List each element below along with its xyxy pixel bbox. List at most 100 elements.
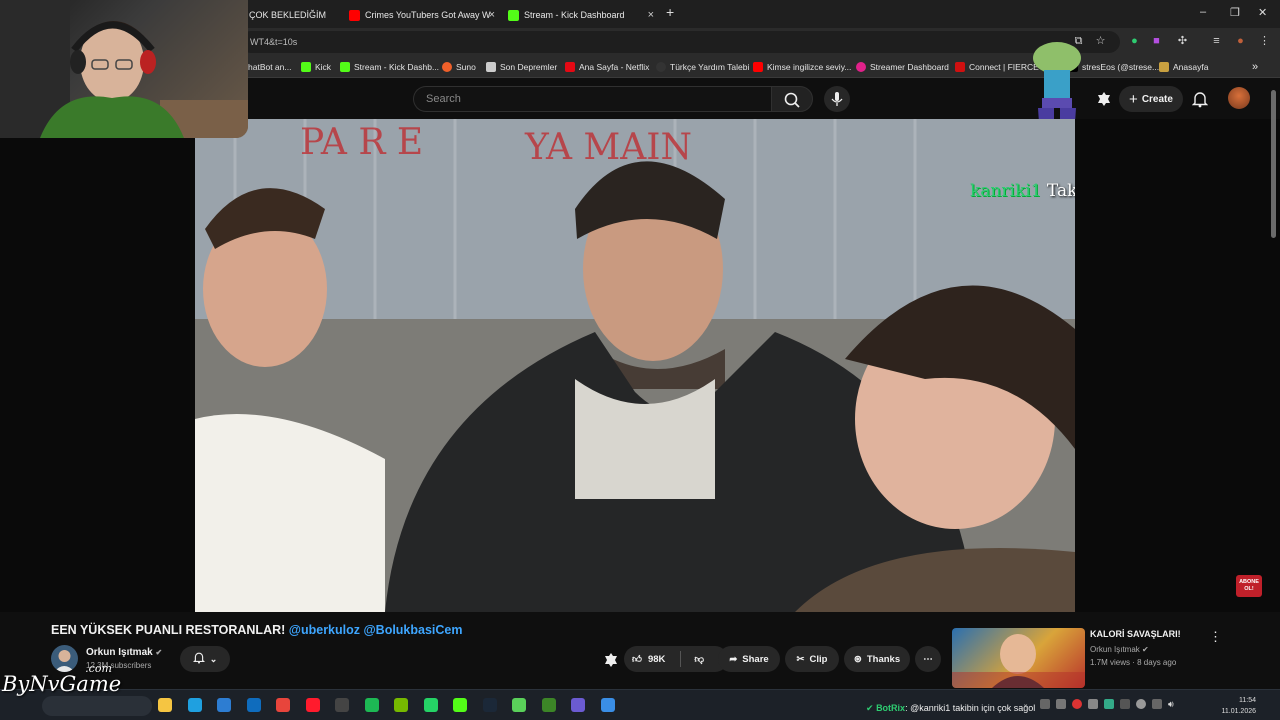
browser-tab[interactable]: N ÇOK BEKLEDİĞİM [240, 4, 340, 26]
search-input[interactable]: Search [413, 86, 771, 112]
whatsapp-icon[interactable] [423, 698, 438, 712]
bot-check-icon: ✔ [866, 703, 874, 713]
svg-text:YA MAIN: YA MAIN [524, 127, 692, 168]
bookmark-item[interactable]: Suno [442, 61, 476, 73]
video-title: EEN YÜKSEK PUANLI RESTORANLAR! @uberkulo… [51, 623, 463, 637]
share-button[interactable]: ➦ Share [718, 646, 780, 672]
opera-icon[interactable] [305, 698, 320, 712]
extensions-puzzle-icon[interactable]: ✣ [1176, 35, 1189, 48]
recommended-video-title[interactable]: KALORİ SAVAŞLARI! [1090, 629, 1181, 639]
scissors-icon: ✂ [796, 653, 805, 665]
tray-icon[interactable] [1040, 699, 1050, 709]
youtube-icon [349, 9, 360, 21]
bookmark-item[interactable]: hatBot an... [248, 61, 291, 73]
recommended-video-channel[interactable]: Orkun Işıtmak ✔ [1090, 645, 1149, 654]
store-icon[interactable] [217, 698, 231, 712]
spotify-icon[interactable] [364, 698, 379, 712]
studio-icon[interactable] [1096, 91, 1112, 107]
tray-icon[interactable] [1088, 699, 1098, 709]
chrome-icon[interactable] [276, 698, 290, 712]
steam-icon[interactable] [482, 698, 497, 712]
streamer-webcam [0, 0, 248, 138]
dashboard-icon [856, 62, 866, 72]
video-title-tags[interactable]: @uberkuloz @BolukbasiCem [289, 623, 463, 637]
search-button[interactable] [771, 86, 813, 112]
taskbar-search-box[interactable] [42, 696, 152, 716]
maximize-icon[interactable]: ❐ [1230, 6, 1240, 19]
kick-icon[interactable] [453, 698, 467, 712]
bookmark-label: Ana Sayfa - Netflix [579, 62, 650, 72]
volume-icon[interactable]: 🔊︎ [1168, 699, 1174, 711]
microphone-icon [831, 92, 843, 106]
extension-icon[interactable]: ■ [1150, 35, 1163, 48]
dislike-button[interactable]: 👎︎ [694, 653, 704, 665]
bookmark-item[interactable]: Streamer Dashboard [856, 61, 949, 73]
bookmark-label: Stream - Kick Dashb... [354, 62, 440, 72]
tray-icon[interactable] [1072, 699, 1082, 709]
bookmark-item[interactable]: Kimse ingilizce seviy... [753, 61, 851, 73]
clip-button[interactable]: ✂ Clip [785, 646, 839, 672]
channel-name[interactable]: Orkun Işıtmak ✔ [86, 647, 162, 658]
bookmark-item[interactable]: Kick [301, 61, 331, 73]
obs-icon[interactable] [335, 698, 349, 712]
app-icon[interactable] [571, 698, 585, 712]
create-button[interactable]: + Create [1119, 86, 1183, 112]
more-actions-button[interactable]: ⋯ [915, 646, 941, 672]
minimize-icon[interactable]: – [1200, 6, 1206, 18]
tab-title: Stream - Kick Dashboard [524, 10, 625, 20]
home-icon [1159, 62, 1169, 72]
kick-icon [301, 62, 311, 72]
nvidia-icon[interactable] [394, 698, 408, 712]
edge-icon[interactable] [187, 698, 202, 712]
page-scrollbar[interactable] [1271, 90, 1276, 238]
subscribed-notifications-button[interactable]: ⌄ [180, 646, 230, 672]
extension-icon[interactable]: ● [1128, 35, 1141, 48]
channel-avatar[interactable] [51, 645, 78, 672]
notes-icon[interactable] [600, 698, 615, 712]
browser-tab[interactable]: Crimes YouTubers Got Away W × [349, 4, 499, 26]
divider [680, 651, 682, 667]
tray-icon[interactable] [1120, 699, 1130, 709]
follow-alert-overlay: kanriki1 Takip etti [970, 181, 1075, 201]
bookmark-item[interactable]: Ana Sayfa - Netflix [565, 61, 649, 73]
tray-icon[interactable] [1136, 699, 1146, 709]
notifications-bell-icon[interactable] [1191, 90, 1209, 108]
explorer-icon[interactable] [158, 698, 172, 712]
video-player[interactable]: PA R E YA MAIN kanriki1 Takip etti ABONE… [0, 119, 1280, 612]
recommended-video-thumbnail[interactable] [952, 628, 1085, 688]
windows-taskbar: 🔊︎ 11:54 11.01.2026 [0, 689, 1280, 720]
youtube-icon [753, 62, 763, 72]
close-tab-icon[interactable]: × [648, 9, 654, 21]
browser-menu-icon[interactable]: ⋮ [1258, 35, 1271, 48]
address-bar[interactable]: WT4&t=10s [240, 31, 1120, 53]
close-tab-icon[interactable]: × [489, 9, 495, 21]
minecraft-icon[interactable] [541, 698, 556, 712]
new-tab-icon[interactable]: + [666, 4, 674, 20]
recommended-video-meta: 1.7M views · 8 days ago [1090, 658, 1177, 667]
thanks-button[interactable]: ⊛ Thanks [844, 646, 910, 672]
search-icon [784, 92, 800, 108]
hype-icon[interactable] [603, 652, 619, 668]
browser-tab[interactable]: Stream - Kick Dashboard × [508, 4, 658, 26]
video-frame[interactable]: PA R E YA MAIN kanriki1 Takip etti [195, 119, 1075, 612]
taskbar-clock[interactable]: 11:54 11.01.2026 [1221, 695, 1256, 717]
voice-search-button[interactable] [824, 86, 850, 112]
like-button[interactable]: 👍︎ 98K [632, 653, 665, 666]
profile-icon[interactable]: ● [1234, 35, 1247, 48]
discord-like-icon[interactable] [512, 698, 526, 712]
bookmark-item[interactable]: Stream - Kick Dashb... [340, 61, 439, 73]
tray-icon[interactable] [1104, 699, 1114, 709]
tray-icon[interactable] [1056, 699, 1066, 709]
bookmark-star-icon[interactable]: ☆ [1094, 35, 1107, 48]
outlook-icon[interactable] [246, 698, 261, 712]
help-icon [656, 62, 666, 72]
media-control-icon[interactable]: ≡ [1210, 35, 1223, 48]
tray-icon[interactable] [1152, 699, 1162, 709]
bookmark-item[interactable]: Türkçe Yardım Talebi [656, 61, 749, 73]
bookmark-item[interactable]: Anasayfa [1159, 61, 1208, 73]
bookmark-item[interactable]: Son Depremler [486, 61, 557, 73]
more-bookmarks-icon[interactable]: » [1252, 61, 1258, 73]
recommended-more-icon[interactable]: ⋮ [1209, 629, 1222, 645]
close-window-icon[interactable]: ✕ [1258, 6, 1267, 19]
account-avatar[interactable] [1228, 87, 1250, 109]
